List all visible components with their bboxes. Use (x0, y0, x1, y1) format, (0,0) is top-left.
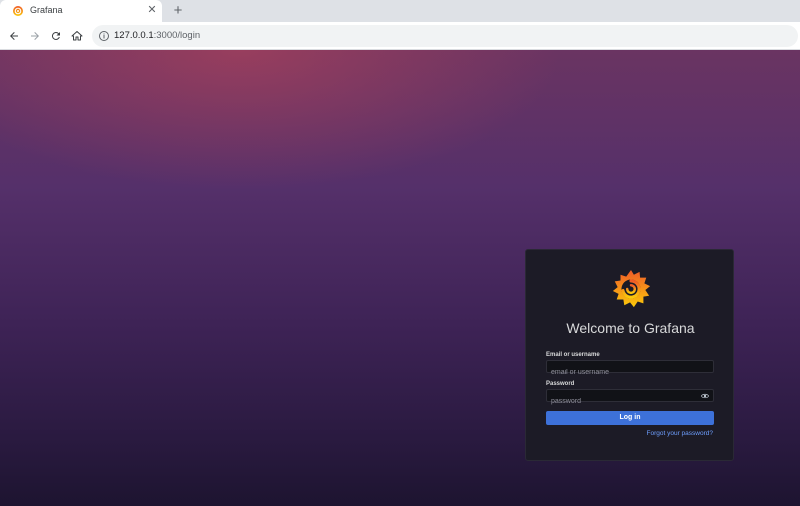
browser-tab-grafana[interactable]: Grafana ✕ (0, 0, 162, 22)
reload-button[interactable] (47, 27, 65, 45)
tab-strip: Grafana ✕ + (0, 0, 800, 22)
forward-button[interactable] (26, 27, 44, 45)
back-button[interactable] (5, 27, 23, 45)
login-button[interactable]: Log in (546, 411, 714, 425)
forward-arrow-icon (31, 32, 39, 40)
reload-icon (51, 32, 60, 41)
url-host: 127.0.0.1 (114, 30, 154, 41)
password-input[interactable] (547, 396, 713, 407)
username-field[interactable] (546, 360, 714, 378)
grafana-favicon-icon (13, 6, 23, 16)
new-tab-button[interactable]: + (170, 2, 186, 20)
password-label: Password (546, 381, 575, 387)
close-tab-icon[interactable]: ✕ (146, 3, 158, 17)
show-password-eye-icon[interactable] (701, 392, 709, 400)
login-title: Welcome to Grafana (566, 320, 695, 336)
login-card: Welcome to Grafana Email or username Pas… (525, 249, 734, 461)
home-icon (71, 31, 83, 41)
grafana-logo-icon (612, 269, 651, 308)
url-text: 127.0.0.1:3000/login (114, 30, 200, 41)
forgot-password-link[interactable]: Forgot your password? (647, 430, 713, 437)
home-button[interactable] (68, 27, 86, 45)
password-field[interactable] (546, 389, 714, 407)
url-path: :3000/login (153, 30, 201, 41)
site-info-icon[interactable] (98, 30, 110, 42)
back-arrow-icon (10, 32, 18, 40)
username-label: Email or username (546, 352, 600, 358)
username-input[interactable] (547, 367, 713, 378)
tab-title: Grafana (30, 5, 63, 15)
browser-toolbar: 127.0.0.1:3000/login (0, 22, 800, 50)
address-bar[interactable]: 127.0.0.1:3000/login (92, 25, 798, 47)
login-page-background: Welcome to Grafana Email or username Pas… (0, 50, 800, 506)
